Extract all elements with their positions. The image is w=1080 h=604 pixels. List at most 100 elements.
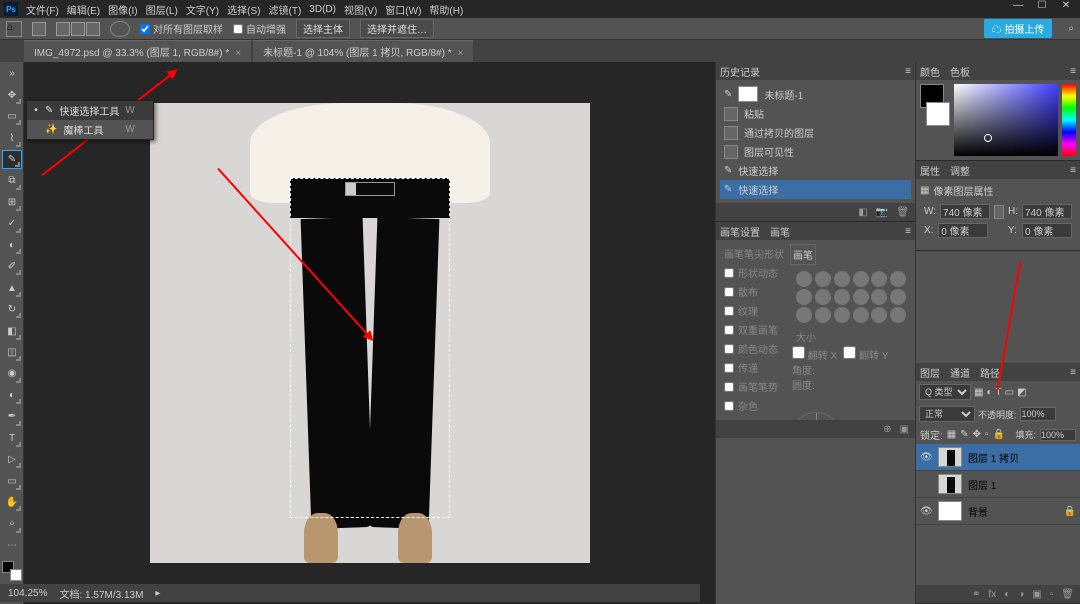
mask-icon[interactable]: ◐ [1004,589,1010,600]
panel-menu-icon[interactable]: ≡ [905,66,911,77]
quick-select-tool[interactable]: ✎ [2,150,22,170]
new-layer-icon[interactable]: ▫ [1050,589,1054,600]
brush-angle-preview[interactable] [791,412,841,420]
new-doc-icon[interactable]: ◧ [858,207,867,218]
link-layers-icon[interactable]: ⚭ [972,589,980,600]
trash-icon[interactable]: 🗑 [896,207,909,218]
blur-tool[interactable]: ◉ [2,364,22,383]
doc-size[interactable]: 文档: 1.57M/3.13M [59,586,143,601]
gradient-tool[interactable]: ◫ [2,343,22,362]
brush-option[interactable]: 散布 [720,282,790,301]
close-tab-icon[interactable]: × [458,48,464,59]
status-chevron-icon[interactable]: ▸ [155,588,160,599]
panel-menu-icon[interactable]: ≡ [1070,66,1076,77]
panel-menu-icon[interactable]: ≡ [1070,367,1076,378]
brush-option[interactable]: 双重画笔 [720,320,790,339]
share-button[interactable]: ☁ 拍摄上传 [984,19,1053,38]
minimize-button[interactable]: — [1008,0,1028,16]
color-field[interactable] [954,84,1058,156]
height-input[interactable] [1022,204,1072,219]
maximize-button[interactable]: ☐ [1032,0,1052,16]
menu-image[interactable]: 图像(I) [108,2,137,17]
move-tool[interactable]: ✥ [2,85,22,104]
history-step[interactable]: 通过拷贝的图层 [720,123,911,142]
select-and-mask-button[interactable]: 选择并遮住… [360,19,434,38]
folder-icon[interactable]: ▣ [900,424,909,435]
document-tab[interactable]: IMG_4972.psd @ 33.3% (图层 1, RGB/8#) *× [24,40,251,62]
brush-option[interactable]: 湿边 [720,415,790,420]
menu-file[interactable]: 文件(F) [26,2,59,17]
brush-option[interactable]: 形状动态 [720,263,790,282]
close-tab-icon[interactable]: × [235,48,241,59]
lock-brush-icon[interactable]: ✎ [960,429,968,440]
brush-option[interactable]: 杂色 [720,396,790,415]
opacity-input[interactable] [1020,407,1056,421]
x-input[interactable] [938,223,988,238]
marquee-tool[interactable]: ▭ [2,107,22,126]
lock-position-icon[interactable]: ✥ [973,429,981,440]
history-tab[interactable]: 历史记录 [720,64,760,79]
auto-enhance-checkbox[interactable]: 自动增强 [233,21,286,36]
history-step[interactable]: 粘贴 [720,104,911,123]
crop-tool[interactable]: ⧉ [2,171,22,190]
menu-layer[interactable]: 图层(L) [146,2,178,17]
flip-x-checkbox[interactable]: 翻转 X [792,346,837,362]
flyout-magic-wand[interactable]: ✨魔棒工具W [27,120,153,139]
properties-tab[interactable]: 属性 [920,163,940,178]
lock-transparent-icon[interactable]: ▦ [947,429,956,440]
home-icon[interactable]: ⌂ [6,21,22,37]
swatches-tab[interactable]: 色板 [950,64,970,79]
layer-row[interactable]: 👁图层 1 拷贝 [916,444,1080,471]
lasso-tool[interactable]: ⌇ [2,128,22,147]
lock-artboard-icon[interactable]: ▫ [985,429,989,440]
hue-slider[interactable] [1062,84,1076,156]
brush-size-icon[interactable] [110,21,130,37]
expand-icon[interactable]: » [2,64,22,83]
history-brush-tool[interactable]: ↻ [2,300,22,319]
layer-row[interactable]: 👁背景🔒 [916,498,1080,525]
type-tool[interactable]: T [2,429,22,448]
menu-edit[interactable]: 编辑(E) [67,2,100,17]
edit-toolbar-icon[interactable]: ⋯ [2,536,22,555]
layer-filter-icons[interactable]: ▦◐T▭◩ [974,387,1027,398]
layer-filter-select[interactable]: Q 类型 [919,384,971,400]
hand-tool[interactable]: ✋ [2,493,22,512]
brush-option[interactable]: 画笔笔尖形状 [720,244,790,263]
brush-presets[interactable] [792,267,911,327]
camera-icon[interactable]: 📷 [876,207,888,218]
menu-filter[interactable]: 滤镜(T) [269,2,302,17]
layer-thumbnail[interactable] [938,474,962,494]
frame-tool[interactable]: ⊞ [2,193,22,212]
color-tab[interactable]: 颜色 [920,64,940,79]
history-step[interactable]: 图层可见性 [720,142,911,161]
menu-view[interactable]: 视图(V) [344,2,377,17]
visibility-icon[interactable]: 👁 [920,506,932,517]
brush-tab[interactable]: 画笔 [770,224,790,239]
eyedropper-tool[interactable]: ✓ [2,214,22,233]
zoom-level[interactable]: 104.25% [8,588,47,599]
history-snapshot[interactable]: ✎未标题-1 [720,84,911,104]
blend-mode-select[interactable]: 正常 [919,406,975,422]
brush-option[interactable]: 纹理 [720,301,790,320]
layers-tab[interactable]: 图层 [920,365,940,380]
layer-thumbnail[interactable] [938,447,962,467]
history-step[interactable]: ✎快速选择 [720,180,911,199]
search-icon[interactable]: ⌕ [1068,23,1074,34]
brush-option[interactable]: 画笔笔势 [720,377,790,396]
trash-icon[interactable]: 🗑 [1061,589,1074,600]
zoom-tool[interactable]: ⌕ [2,514,22,533]
lock-all-icon[interactable]: 🔒 [993,429,1005,440]
brush-option[interactable]: 传递 [720,358,790,377]
paths-tab[interactable]: 路径 [980,365,1000,380]
adjustment-icon[interactable]: ◑ [1018,589,1024,600]
stamp-tool[interactable]: ▲ [2,278,22,297]
shape-tool[interactable]: ▭ [2,471,22,490]
fx-icon[interactable]: fx [988,589,996,600]
flyout-quick-select[interactable]: •✎快速选择工具W [27,101,153,120]
y-input[interactable] [1022,223,1072,238]
tool-preset-icon[interactable] [32,22,46,36]
select-subject-button[interactable]: 选择主体 [296,19,350,38]
fill-input[interactable] [1040,429,1076,441]
adjustments-tab[interactable]: 调整 [950,163,970,178]
visibility-icon[interactable]: 👁 [920,452,932,463]
